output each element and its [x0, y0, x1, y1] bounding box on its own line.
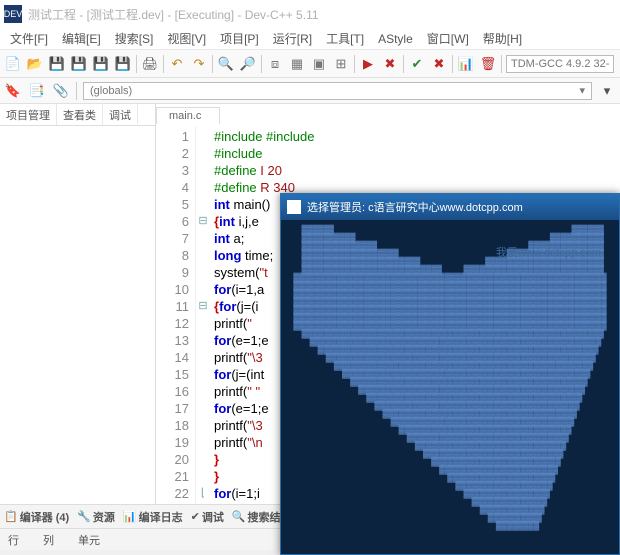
- undo-icon[interactable]: ↶: [168, 55, 186, 73]
- dropdown-icon[interactable]: ▾: [598, 82, 616, 100]
- title-bar: DEV 测试工程 - [测试工程.dev] - [Executing] - De…: [0, 0, 620, 28]
- menu-help[interactable]: 帮助[H]: [477, 28, 528, 49]
- tab-debug[interactable]: 调试: [103, 104, 138, 125]
- menu-edit[interactable]: 编辑[E]: [56, 28, 107, 49]
- check-icon[interactable]: ✔: [408, 55, 426, 73]
- menu-file[interactable]: 文件[F]: [4, 28, 54, 49]
- menu-run[interactable]: 运行[R]: [267, 28, 318, 49]
- separator: [136, 55, 137, 73]
- file-tabs: main.c: [156, 104, 620, 126]
- redo-icon[interactable]: ↷: [190, 55, 208, 73]
- menu-search[interactable]: 搜索[S]: [109, 28, 160, 49]
- separator: [261, 55, 262, 73]
- separator: [354, 55, 355, 73]
- save4-icon[interactable]: 💾: [114, 55, 132, 73]
- separator: [212, 55, 213, 73]
- save3-icon[interactable]: 💾: [92, 55, 110, 73]
- sidebar-tabs: 项目管理 查看类 调试: [0, 104, 155, 126]
- window-title: 测试工程 - [测试工程.dev] - [Executing] - Dev-C+…: [28, 6, 319, 23]
- tab-resources[interactable]: 🔧 资源: [77, 509, 115, 525]
- goto-icon[interactable]: 📑: [28, 82, 46, 100]
- separator: [501, 55, 502, 73]
- insert-icon[interactable]: 📎: [52, 82, 70, 100]
- compiler-select[interactable]: TDM-GCC 4.9.2 32-: [506, 55, 614, 73]
- app-icon: DEV: [4, 5, 22, 23]
- separator: [163, 55, 164, 73]
- separator: [452, 55, 453, 73]
- tab-project[interactable]: 项目管理: [0, 104, 57, 125]
- profile-icon[interactable]: 📊: [457, 55, 475, 73]
- bookmark-icon[interactable]: 🔖: [4, 82, 22, 100]
- menu-bar: 文件[F] 编辑[E] 搜索[S] 视图[V] 项目[P] 运行[R] 工具[T…: [0, 28, 620, 50]
- menu-tools[interactable]: 工具[T]: [320, 28, 370, 49]
- tab-classes[interactable]: 查看类: [57, 104, 103, 125]
- status-row: 行: [8, 532, 19, 548]
- tab-debug-bottom[interactable]: ✔ 调试: [191, 509, 224, 525]
- console-titlebar[interactable]: 选择管理员: c语言研究中心www.dotcpp.com: [281, 194, 619, 220]
- separator: [76, 82, 77, 100]
- tab-compiler[interactable]: 📋 编译器 (4): [4, 509, 69, 525]
- console-icon: [287, 200, 301, 214]
- console-body: 我爱www.dotcpp.com ▓▓▓▓▓▓ ▓▓▓▓▓▓ ▓▓▓▓▓▓▓▓▓…: [281, 220, 619, 552]
- tab-compilelog[interactable]: 📊 编译日志: [123, 509, 183, 525]
- menu-window[interactable]: 窗口[W]: [421, 28, 475, 49]
- save-icon[interactable]: 💾: [48, 55, 66, 73]
- saveall-icon[interactable]: 💾: [70, 55, 88, 73]
- cancel-icon[interactable]: ✖: [430, 55, 448, 73]
- new-icon[interactable]: 📄: [4, 55, 22, 73]
- sidebar: 项目管理 查看类 调试: [0, 104, 156, 504]
- compile-icon[interactable]: ⧈: [266, 55, 284, 73]
- fold-gutter[interactable]: ⊟⊟⌊⌊⊟: [196, 126, 210, 504]
- find-icon[interactable]: 🔍: [217, 55, 235, 73]
- line-gutter: 1234567891011121314151617181920212223242…: [156, 126, 196, 504]
- menu-project[interactable]: 项目[P]: [214, 28, 265, 49]
- status-col: 列: [43, 532, 54, 548]
- tab-search[interactable]: 🔍 搜索结: [232, 509, 281, 525]
- file-tab-main[interactable]: main.c: [156, 107, 220, 124]
- run-icon[interactable]: ▦: [288, 55, 306, 73]
- stop-icon[interactable]: ✖: [381, 55, 399, 73]
- console-title-text: 选择管理员: c语言研究中心www.dotcpp.com: [307, 199, 523, 215]
- menu-astyle[interactable]: AStyle: [372, 30, 419, 48]
- print-icon[interactable]: 🖨: [141, 55, 159, 73]
- status-unit: 单元: [78, 532, 100, 548]
- rebuild-icon[interactable]: ⊞: [332, 55, 350, 73]
- console-window[interactable]: 选择管理员: c语言研究中心www.dotcpp.com 我爱www.dotcp…: [280, 193, 620, 555]
- replace-icon[interactable]: 🔎: [239, 55, 257, 73]
- toolbar-secondary: 🔖 📑 📎 (globals)▾ ▾: [0, 78, 620, 104]
- separator: [403, 55, 404, 73]
- toolbar-main: 📄 📂 💾 💾 💾 💾 🖨 ↶ ↷ 🔍 🔎 ⧈ ▦ ▣ ⊞ ▶ ✖ ✔ ✖ 📊 …: [0, 50, 620, 78]
- open-icon[interactable]: 📂: [26, 55, 44, 73]
- compile-run-icon[interactable]: ▣: [310, 55, 328, 73]
- menu-view[interactable]: 视图[V]: [161, 28, 212, 49]
- watermark-text: 我爱www.dotcpp.com: [496, 244, 601, 260]
- scope-select[interactable]: (globals)▾: [83, 82, 592, 100]
- debug-icon[interactable]: ▶: [359, 55, 377, 73]
- heart-output: ▓▓▓▓▓▓ ▓▓▓▓▓▓ ▓▓▓▓▓▓▓▓▓▓ ▓▓▓▓▓▓▓▓▓▓ ▓▓▓▓…: [281, 226, 619, 530]
- remove-icon[interactable]: 🗑: [479, 55, 497, 73]
